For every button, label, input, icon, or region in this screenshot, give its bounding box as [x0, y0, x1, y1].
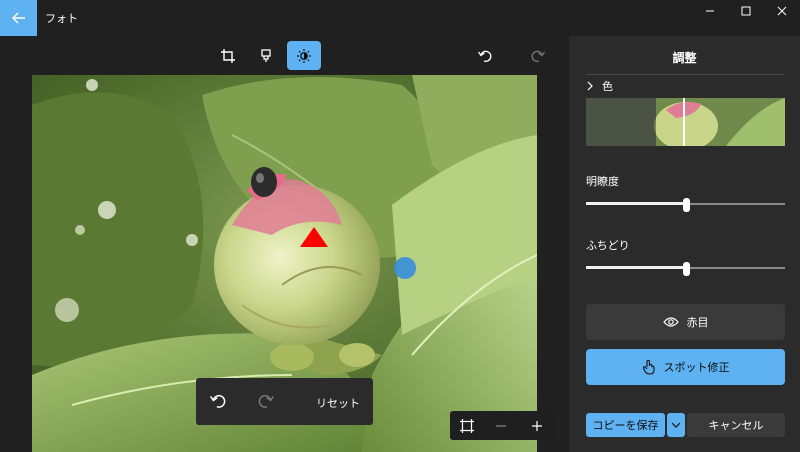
panel-title: 調整 — [672, 51, 697, 65]
vignette-slider[interactable] — [586, 262, 785, 276]
zoom-in-button[interactable] — [530, 418, 544, 437]
chevron-right-icon — [587, 81, 593, 91]
zoom-controls — [450, 411, 554, 440]
spot-redo-button[interactable] — [258, 393, 275, 413]
back-button[interactable] — [0, 0, 37, 36]
plus-icon — [532, 421, 542, 431]
minus-icon — [496, 425, 506, 427]
photos-app-window: フォト リセット 調整 色 明瞭度 ふちどり 赤目 スポット修正 コピーを保存 … — [0, 0, 800, 452]
red-eye-button[interactable]: 赤目 — [586, 304, 785, 340]
color-section-label: 色 — [602, 80, 613, 93]
markup-tool-button[interactable] — [249, 41, 283, 70]
brush-icon — [261, 48, 271, 62]
undo-icon — [478, 50, 492, 62]
brightness-icon — [297, 48, 311, 63]
clarity-label: 明瞭度 — [586, 175, 619, 188]
spot-fix-action-bar: リセット — [196, 378, 373, 425]
close-button[interactable] — [767, 0, 797, 22]
minimize-button[interactable] — [695, 0, 725, 22]
reset-button[interactable]: リセット — [316, 395, 360, 411]
crop-icon — [221, 48, 235, 63]
save-copy-button[interactable]: コピーを保存 — [586, 413, 665, 437]
undo-icon — [209, 394, 226, 408]
crop-tool-button[interactable] — [211, 41, 245, 70]
spot-fix-label: スポット修正 — [663, 361, 730, 374]
divider — [586, 74, 785, 75]
back-arrow-icon — [11, 12, 25, 24]
maximize-icon — [741, 6, 751, 16]
color-preview-thumbnail — [586, 98, 785, 146]
clarity-fill — [586, 202, 686, 205]
redo-button[interactable] — [521, 41, 555, 70]
redo-icon — [258, 394, 275, 408]
adjust-panel: 調整 色 明瞭度 ふちどり 赤目 スポット修正 コピーを保存 キャンセル — [569, 36, 800, 452]
preview-image — [586, 98, 785, 146]
spot-fix-cursor — [394, 257, 416, 279]
vignette-thumb[interactable] — [682, 262, 690, 276]
touch-hand-icon — [642, 359, 655, 375]
color-section-toggle[interactable]: 色 — [586, 78, 613, 94]
vignette-fill — [586, 266, 686, 269]
spot-undo-button[interactable] — [209, 393, 226, 413]
clarity-thumb[interactable] — [682, 198, 690, 212]
cancel-button[interactable]: キャンセル — [687, 413, 785, 437]
app-title: フォト — [45, 12, 78, 25]
maximize-button[interactable] — [731, 0, 761, 22]
adjust-tool-button[interactable] — [287, 41, 321, 70]
clarity-slider[interactable] — [586, 198, 785, 212]
fit-screen-icon — [460, 419, 474, 433]
zoom-out-button[interactable] — [494, 418, 508, 437]
redo-icon — [531, 50, 545, 62]
minimize-icon — [706, 10, 714, 12]
spot-fix-button[interactable]: スポット修正 — [586, 349, 785, 385]
save-options-dropdown[interactable] — [667, 413, 685, 437]
undo-button[interactable] — [468, 41, 502, 70]
red-eye-label: 赤目 — [686, 316, 709, 329]
eye-icon — [662, 317, 679, 327]
chevron-down-icon — [671, 422, 681, 428]
title-bar: フォト — [0, 0, 800, 36]
close-icon — [777, 6, 787, 16]
vignette-label: ふちどり — [586, 239, 630, 252]
fit-to-window-button[interactable] — [460, 418, 474, 437]
